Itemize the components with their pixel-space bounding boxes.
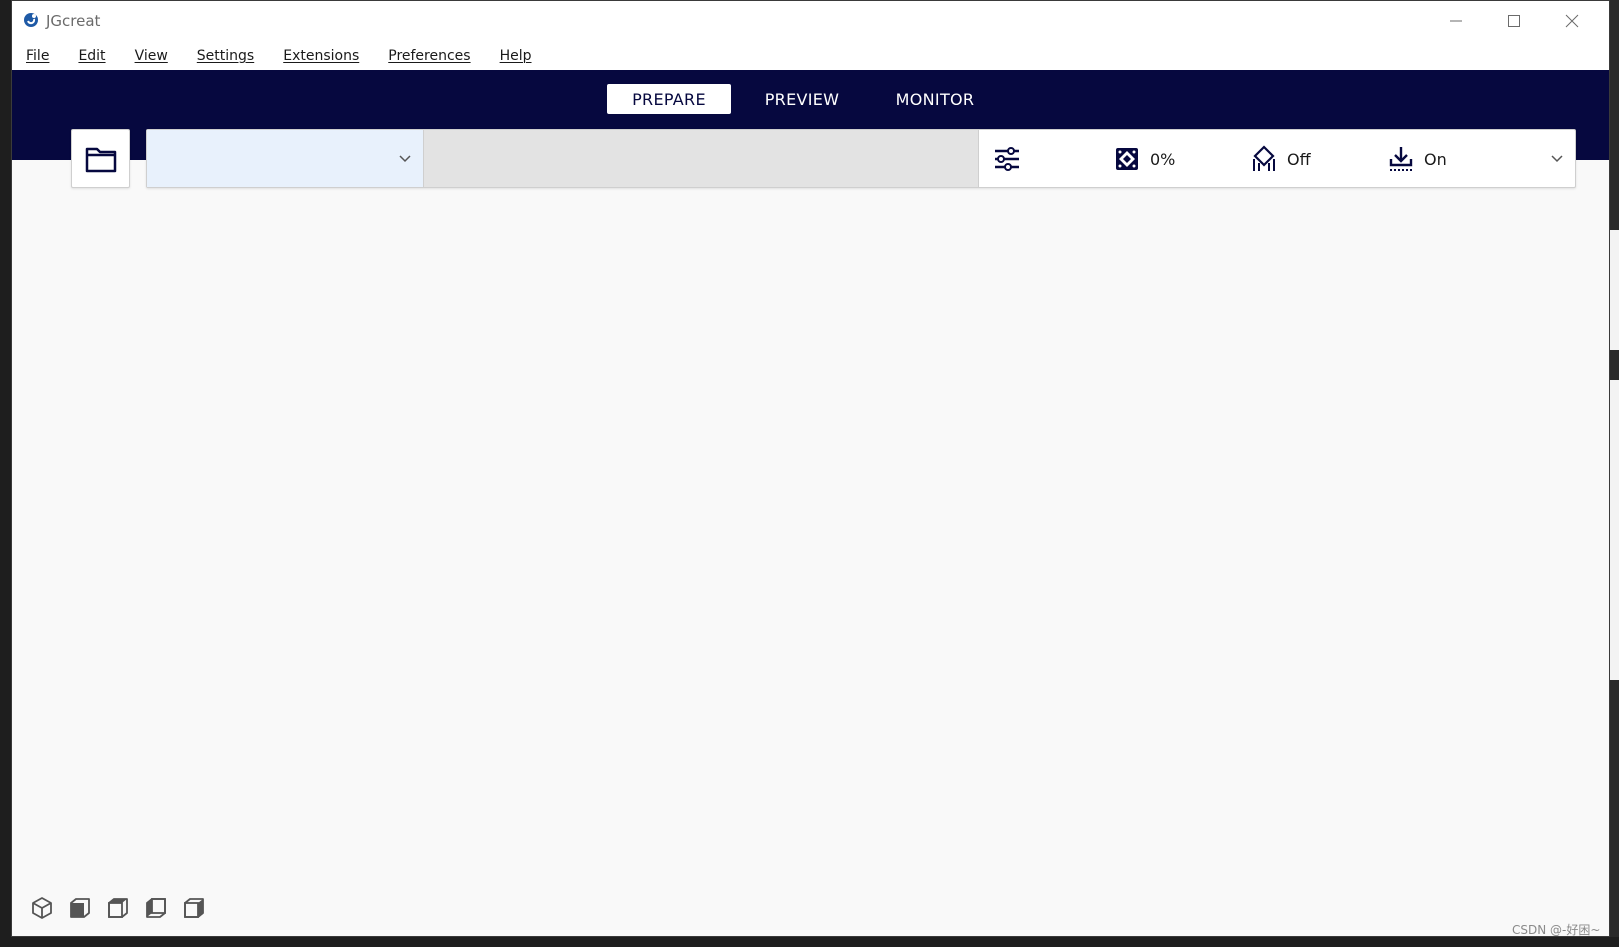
support-setting[interactable]: Off xyxy=(1250,144,1311,174)
menu-settings[interactable]: Settings xyxy=(197,48,254,64)
view-3d-button[interactable] xyxy=(29,895,55,921)
view-front-icon xyxy=(70,898,90,918)
sliders-icon xyxy=(995,147,1019,171)
print-settings-button[interactable] xyxy=(993,144,1030,174)
watermark-text: CSDN @-好困~ xyxy=(1512,923,1601,937)
view-top-button[interactable] xyxy=(105,895,131,921)
maximize-button[interactable] xyxy=(1485,1,1543,41)
view-right-icon xyxy=(184,898,204,918)
minimize-button[interactable] xyxy=(1427,1,1485,41)
tab-preview[interactable]: PREVIEW xyxy=(752,84,852,114)
minimize-icon xyxy=(1450,20,1462,22)
tab-monitor[interactable]: MONITOR xyxy=(880,84,990,114)
menu-preferences[interactable]: Preferences xyxy=(388,48,470,64)
open-file-button[interactable] xyxy=(71,129,130,188)
adhesion-icon xyxy=(1389,147,1413,171)
chevron-down-icon xyxy=(399,155,411,163)
close-button[interactable] xyxy=(1543,1,1601,41)
view-left-button[interactable] xyxy=(143,895,169,921)
desktop-background-left xyxy=(0,0,11,947)
support-value: Off xyxy=(1287,149,1311,169)
adhesion-setting[interactable]: On xyxy=(1387,144,1447,174)
infill-value: 0% xyxy=(1150,149,1176,169)
close-icon xyxy=(1565,14,1579,28)
menu-edit[interactable]: Edit xyxy=(78,48,105,64)
tab-prepare[interactable]: PREPARE xyxy=(607,84,731,114)
expand-settings-icon[interactable] xyxy=(1551,153,1563,163)
infill-icon xyxy=(1116,148,1138,170)
view-top-icon xyxy=(108,898,128,918)
view-orientation-controls xyxy=(29,895,219,921)
menu-view[interactable]: View xyxy=(135,48,168,64)
print-setup-bar: 0% Off On xyxy=(146,129,1576,188)
menu-file[interactable]: File xyxy=(26,48,49,64)
view-right-button[interactable] xyxy=(181,895,207,921)
printer-selector[interactable] xyxy=(147,130,424,187)
window-title: JGcreat xyxy=(46,12,101,30)
menu-extensions[interactable]: Extensions xyxy=(283,48,359,64)
title-bar[interactable]: JGcreat xyxy=(12,1,1609,41)
build-plate-viewport[interactable] xyxy=(12,160,1609,936)
view-front-button[interactable] xyxy=(67,895,93,921)
maximize-icon xyxy=(1508,15,1520,27)
menu-help[interactable]: Help xyxy=(500,48,532,64)
infill-setting[interactable]: 0% xyxy=(1113,144,1175,174)
view-left-icon xyxy=(146,898,166,918)
view-3d-icon xyxy=(32,897,52,919)
desktop-background-bottom xyxy=(0,937,1619,947)
menu-bar: File Edit View Settings Extensions Prefe… xyxy=(12,41,1609,70)
adhesion-value: On xyxy=(1424,149,1447,169)
app-window: JGcreat File Edit View Settings Extensio… xyxy=(11,0,1610,937)
material-selector[interactable] xyxy=(424,130,979,187)
app-logo-icon xyxy=(23,12,39,28)
folder-icon xyxy=(85,147,116,172)
support-icon xyxy=(1253,145,1275,171)
desktop-background-right xyxy=(1610,0,1619,947)
